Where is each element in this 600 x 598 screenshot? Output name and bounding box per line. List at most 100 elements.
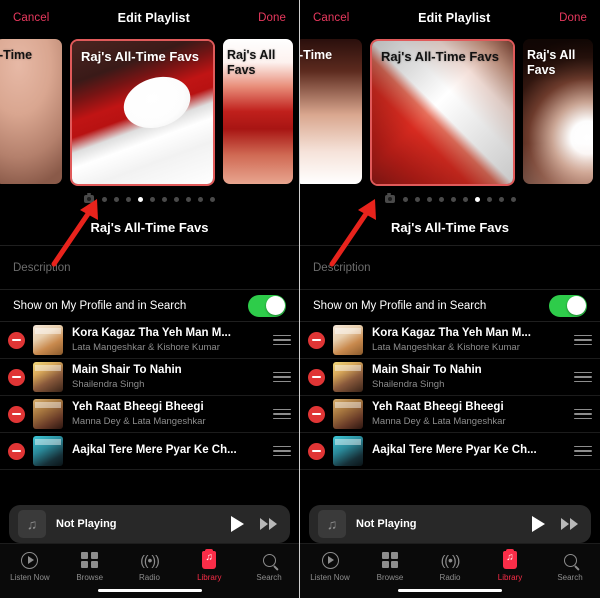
table-row[interactable]: Aajkal Tere Mere Pyar Ke Ch... — [0, 433, 299, 470]
page-dot[interactable] — [402, 196, 408, 202]
page-dot[interactable] — [198, 196, 203, 202]
artwork-option-next[interactable]: Raj's All Favs — [223, 39, 293, 184]
page-dot[interactable] — [486, 196, 492, 202]
artwork-option-selected[interactable]: Raj's All-Time Favs — [70, 39, 215, 186]
page-dots-right[interactable] — [300, 188, 600, 210]
page-dot[interactable] — [186, 196, 191, 202]
page-dot[interactable] — [450, 196, 456, 202]
page-dot[interactable] — [150, 196, 155, 202]
grid-icon — [381, 550, 399, 570]
done-button[interactable]: Done — [559, 12, 587, 24]
play-icon[interactable] — [532, 516, 545, 532]
song-artist: Lata Mangeshkar & Kishore Kumar — [372, 341, 520, 353]
song-artist: Shailendra Singh — [372, 378, 445, 390]
music-note-icon: ♫ — [318, 510, 346, 538]
song-info: Yeh Raat Bheegi Bheegi Manna Dey & Lata … — [72, 400, 273, 428]
artwork-option-previous[interactable]: -Time — [300, 39, 362, 184]
show-on-profile-toggle[interactable] — [549, 294, 587, 317]
reorder-handle[interactable] — [574, 371, 600, 383]
song-artwork — [333, 362, 363, 392]
page-dot[interactable] — [114, 196, 119, 202]
remove-song-button[interactable] — [8, 331, 25, 349]
page-dot[interactable] — [510, 196, 516, 202]
song-info: Main Shair To Nahin Shailendra Singh — [72, 363, 273, 391]
description-field[interactable]: Description — [300, 246, 600, 290]
artwork-option-previous[interactable]: -Time — [0, 39, 62, 184]
library-icon — [202, 548, 217, 570]
play-icon[interactable] — [231, 516, 244, 532]
show-on-profile-row[interactable]: Show on My Profile and in Search — [300, 290, 600, 322]
table-row[interactable]: Aajkal Tere Mere Pyar Ke Ch... — [300, 433, 600, 470]
show-on-profile-row[interactable]: Show on My Profile and in Search — [0, 290, 299, 322]
done-button[interactable]: Done — [258, 12, 286, 24]
remove-song-button[interactable] — [8, 368, 25, 386]
reorder-handle[interactable] — [273, 371, 299, 383]
home-indicator — [398, 588, 502, 592]
tab-listen-now[interactable]: Listen Now — [300, 550, 360, 582]
page-dot[interactable] — [102, 196, 107, 202]
song-artwork — [333, 399, 363, 429]
remove-song-button[interactable] — [8, 405, 25, 423]
tab-browse[interactable]: Browse — [60, 550, 120, 582]
tab-browse[interactable]: Browse — [360, 550, 420, 582]
remove-song-button[interactable] — [308, 331, 325, 349]
page-title: Edit Playlist — [418, 11, 491, 25]
page-dots-left[interactable] — [0, 188, 299, 210]
table-row[interactable]: Kora Kagaz Tha Yeh Man M... Lata Mangesh… — [0, 322, 299, 359]
mini-player-right[interactable]: ♫ Not Playing — [309, 505, 591, 543]
description-field[interactable]: Description — [0, 246, 299, 290]
page-dot[interactable] — [498, 196, 504, 202]
grid-icon — [81, 550, 98, 570]
page-dot[interactable] — [210, 196, 215, 202]
reorder-handle[interactable] — [574, 445, 600, 457]
cancel-button[interactable]: Cancel — [313, 12, 349, 24]
fast-forward-icon[interactable] — [561, 518, 578, 530]
tab-radio[interactable]: ((•)) Radio — [120, 550, 180, 582]
page-dot-active[interactable] — [138, 196, 143, 202]
page-dot[interactable] — [174, 196, 179, 202]
page-dot[interactable] — [438, 196, 444, 202]
song-title: Aajkal Tere Mere Pyar Ke Ch... — [372, 444, 537, 457]
tab-listen-now[interactable]: Listen Now — [0, 550, 60, 582]
artwork-option-next[interactable]: Raj's All Favs — [523, 39, 593, 184]
table-row[interactable]: Kora Kagaz Tha Yeh Man M... Lata Mangesh… — [300, 322, 600, 359]
tab-search[interactable]: Search — [540, 550, 600, 582]
artwork-carousel-left[interactable]: -Time Raj's All-Time Favs Raj's All Favs — [0, 36, 299, 188]
page-dot[interactable] — [426, 196, 432, 202]
remove-song-button[interactable] — [308, 368, 325, 386]
page-dot-active[interactable] — [474, 196, 480, 202]
page-dot[interactable] — [462, 196, 468, 202]
reorder-handle[interactable] — [273, 445, 299, 457]
reorder-handle[interactable] — [574, 408, 600, 420]
remove-song-button[interactable] — [308, 442, 325, 460]
artwork-side-title: -Time — [300, 48, 333, 62]
playlist-name-field[interactable]: Raj's All-Time Favs — [300, 210, 600, 246]
tab-radio[interactable]: ((•)) Radio — [420, 550, 480, 582]
reorder-handle[interactable] — [273, 334, 299, 346]
table-row[interactable]: Main Shair To Nahin Shailendra Singh — [300, 359, 600, 396]
reorder-handle[interactable] — [574, 334, 600, 346]
table-row[interactable]: Yeh Raat Bheegi Bheegi Manna Dey & Lata … — [300, 396, 600, 433]
tab-search[interactable]: Search — [239, 550, 299, 582]
page-dot[interactable] — [414, 196, 420, 202]
navigation-bar-left: Cancel Edit Playlist Done — [0, 0, 299, 36]
cancel-button[interactable]: Cancel — [13, 12, 49, 24]
show-on-profile-toggle[interactable] — [248, 294, 286, 317]
artwork-option-selected[interactable]: Raj's All-Time Favs — [370, 39, 515, 186]
remove-song-button[interactable] — [8, 442, 25, 460]
fast-forward-icon[interactable] — [260, 518, 277, 530]
artwork-carousel-right[interactable]: -Time Raj's All-Time Favs Raj's All Favs — [300, 36, 600, 188]
camera-icon[interactable] — [384, 193, 395, 203]
tab-library[interactable]: Library — [480, 548, 540, 582]
mini-player-left[interactable]: ♫ Not Playing — [9, 505, 290, 543]
reorder-handle[interactable] — [273, 408, 299, 420]
tab-library[interactable]: Library — [179, 548, 239, 582]
table-row[interactable]: Yeh Raat Bheegi Bheegi Manna Dey & Lata … — [0, 396, 299, 433]
page-dot[interactable] — [162, 196, 167, 202]
remove-song-button[interactable] — [308, 405, 325, 423]
camera-icon[interactable] — [84, 193, 94, 203]
page-dot[interactable] — [126, 196, 131, 202]
song-artwork — [333, 436, 363, 466]
playlist-name-field[interactable]: Raj's All-Time Favs — [0, 210, 299, 246]
table-row[interactable]: Main Shair To Nahin Shailendra Singh — [0, 359, 299, 396]
